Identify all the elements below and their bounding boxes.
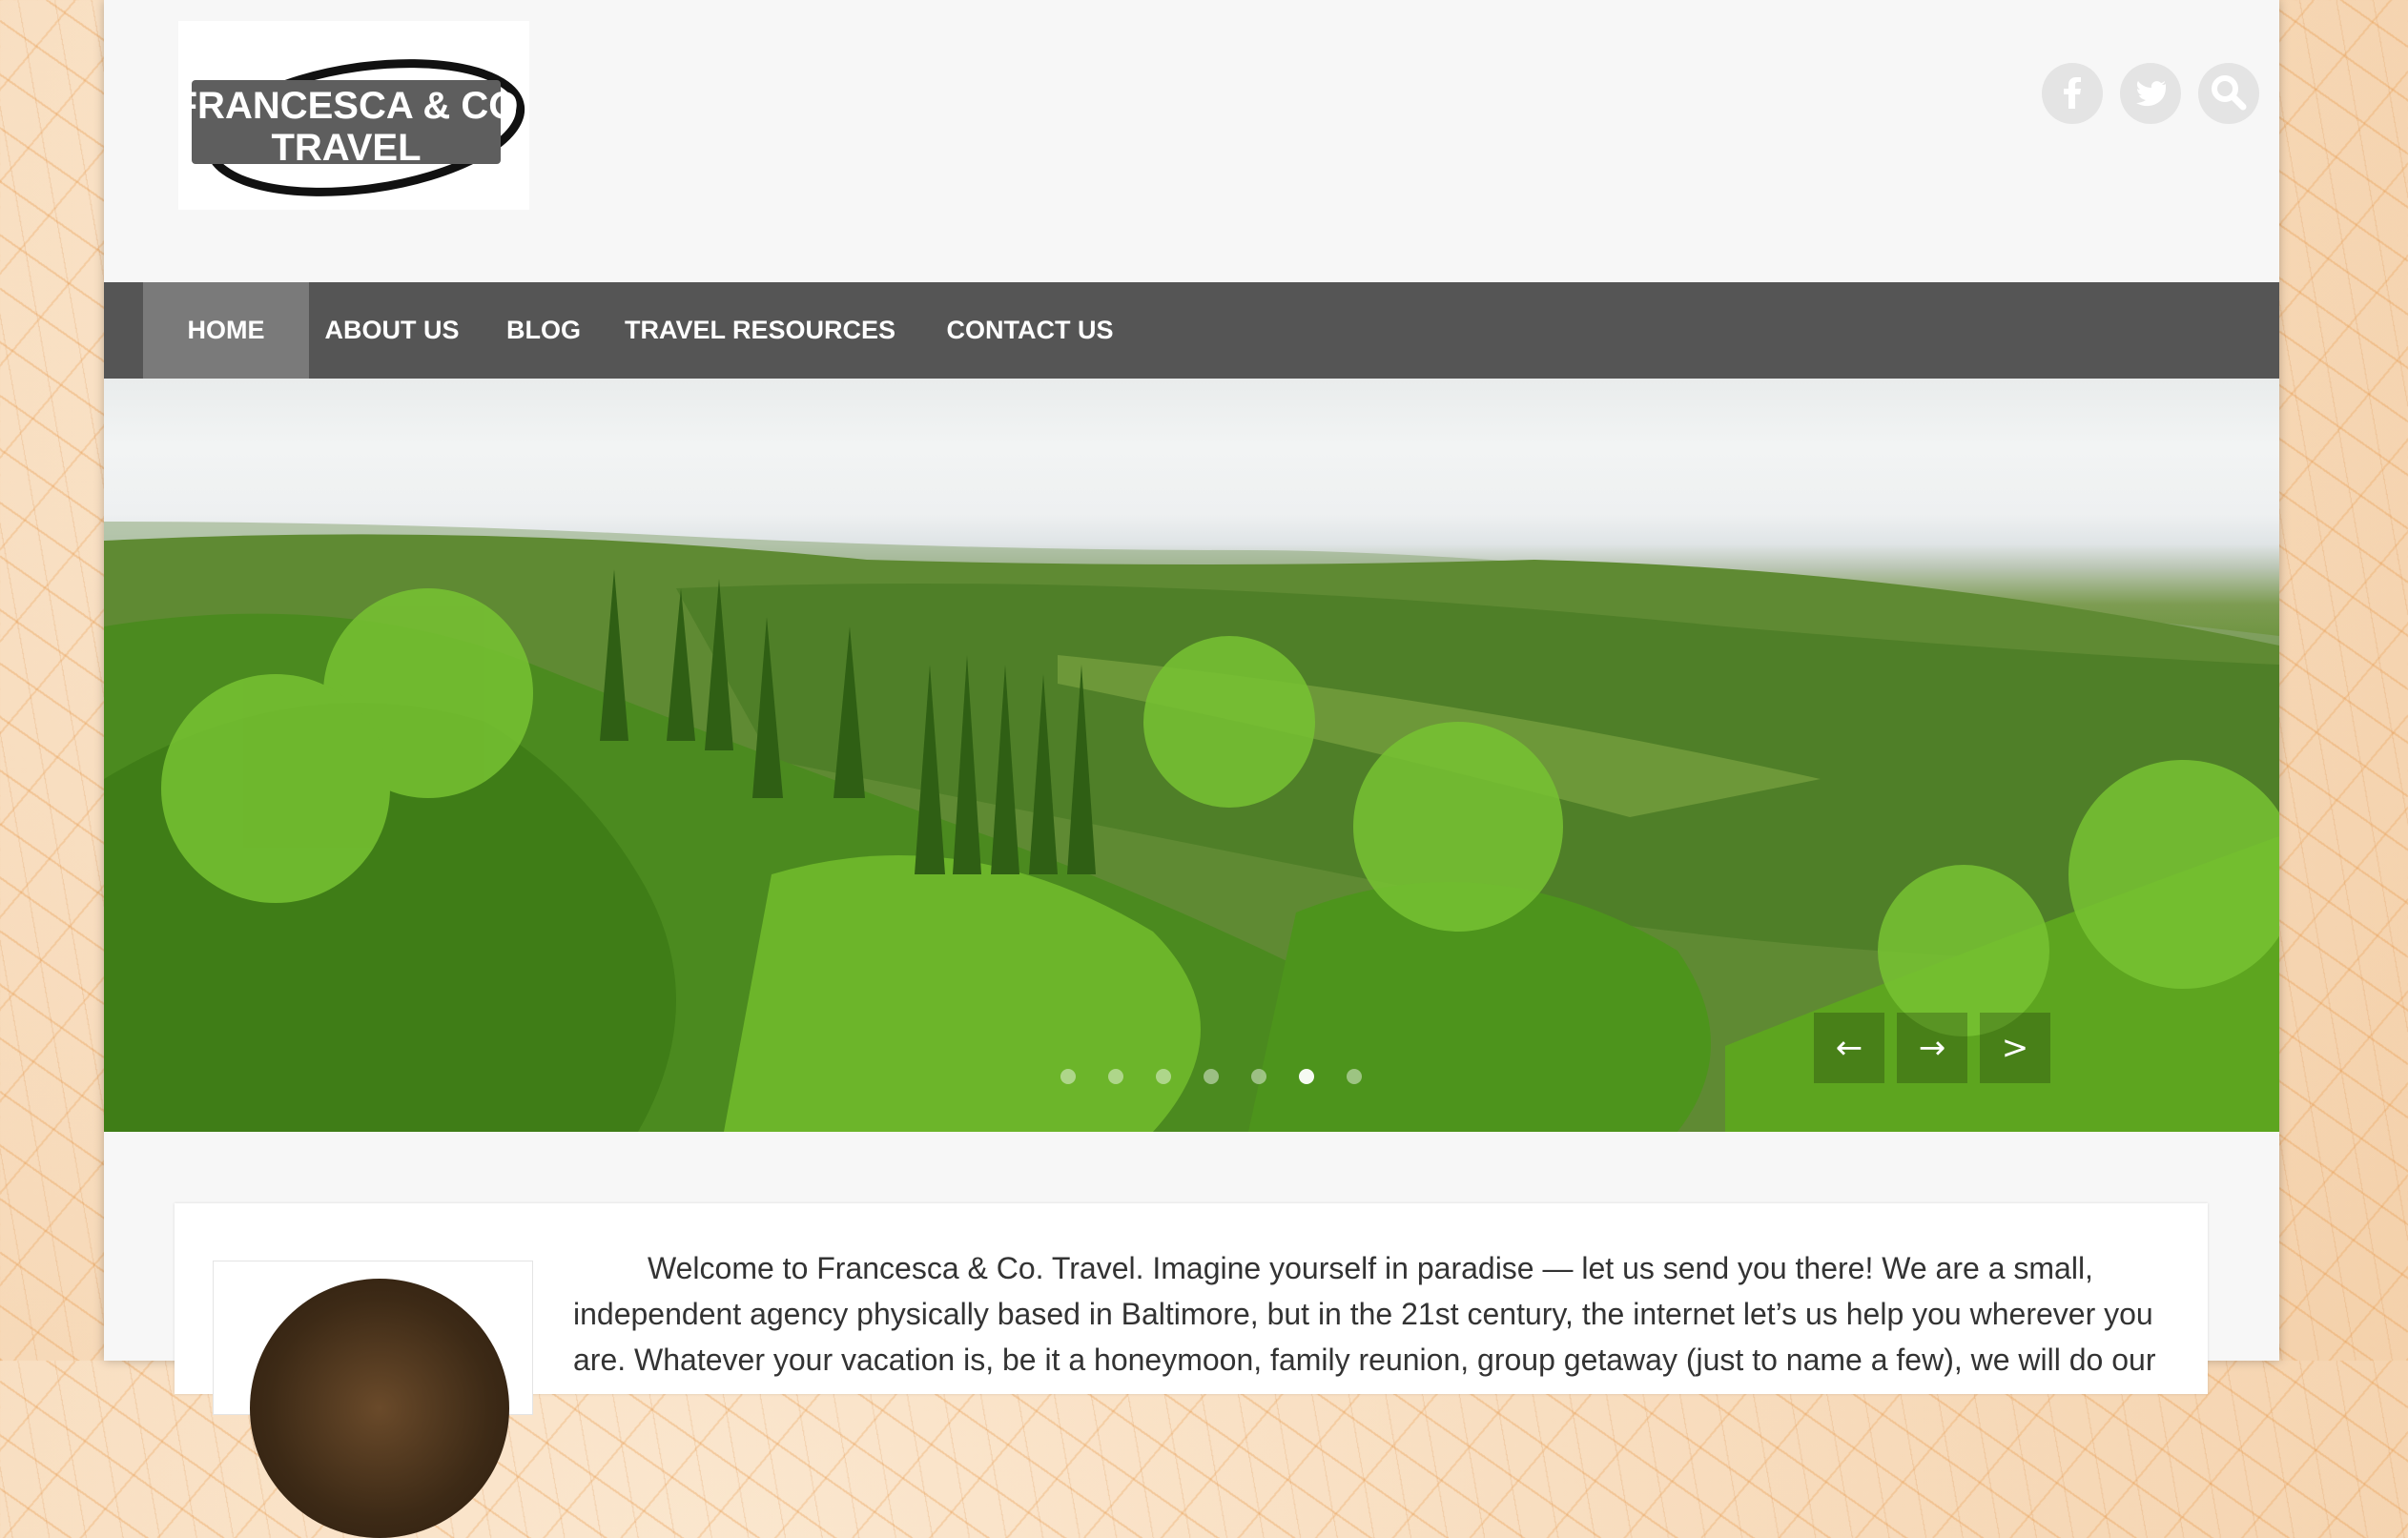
slider-next-button[interactable]: →	[1897, 1013, 1967, 1083]
main-nav: HOME ABOUT US BLOG TRAVEL RESOURCES CONT…	[104, 282, 2279, 379]
nav-item-about-us[interactable]: ABOUT US	[309, 282, 475, 379]
slider-dot[interactable]	[1251, 1069, 1266, 1084]
slider-dot[interactable]	[1108, 1069, 1123, 1084]
author-portrait	[213, 1261, 533, 1538]
nav-item-home[interactable]: HOME	[143, 282, 309, 379]
nav-item-contact-us[interactable]: CONTACT US	[908, 282, 1152, 379]
page-container: FRANCESCA & CO TRAVEL HOME ABOUT US BLOG…	[104, 0, 2279, 1538]
logo-graphic: FRANCESCA & CO TRAVEL	[178, 59, 525, 196]
facebook-link[interactable]	[2042, 63, 2103, 124]
twitter-icon	[2136, 81, 2166, 107]
slider-dot[interactable]	[1204, 1069, 1219, 1084]
slider-prev-button[interactable]: ←	[1814, 1013, 1884, 1083]
portrait-photo	[250, 1279, 509, 1538]
svg-text:FRANCESCA & CO: FRANCESCA & CO	[178, 85, 518, 127]
slider-forward-button[interactable]: >	[1980, 1013, 2050, 1083]
search-icon	[2212, 75, 2247, 111]
slider-dot[interactable]	[1156, 1069, 1171, 1084]
content-card: Welcome to Francesca & Co. Travel. Imagi…	[175, 1203, 2208, 1538]
site-logo[interactable]: FRANCESCA & CO TRAVEL	[178, 21, 529, 210]
slider-dot[interactable]	[1347, 1069, 1362, 1084]
welcome-text: Welcome to Francesca & Co. Travel. Imagi…	[573, 1251, 2156, 1377]
hero-slider[interactable]: ← → >	[104, 379, 2279, 1132]
slider-dot[interactable]	[1060, 1069, 1076, 1084]
nav-item-blog[interactable]: BLOG	[475, 282, 612, 379]
twitter-link[interactable]	[2120, 63, 2181, 124]
svg-text:TRAVEL: TRAVEL	[271, 127, 421, 169]
slider-dot[interactable]	[1299, 1069, 1314, 1084]
facebook-icon	[2064, 77, 2081, 109]
search-link[interactable]	[2198, 63, 2259, 124]
nav-item-travel-resources[interactable]: TRAVEL RESOURCES	[612, 282, 908, 379]
